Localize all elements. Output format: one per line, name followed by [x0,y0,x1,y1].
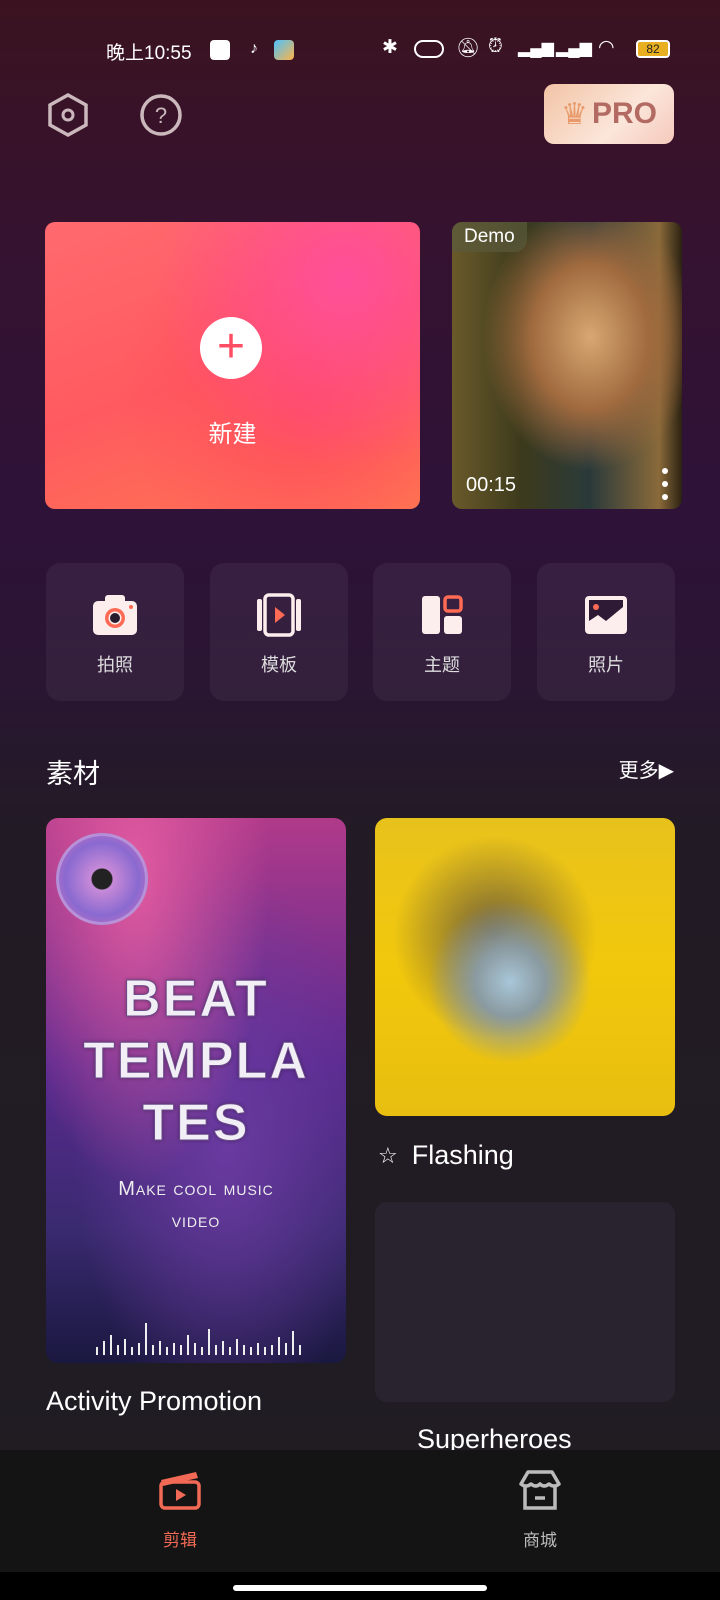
signal-hd-icon: ▂▄▆ [556,40,592,57]
pro-button[interactable]: ♛ PRO [544,84,674,144]
store-icon [519,1470,561,1510]
new-project-card[interactable]: + 新建 [45,222,420,509]
poster-subtext: Make cool music [118,1178,274,1200]
theme-icon [422,595,463,634]
crown-icon: ♛ [561,97,588,131]
nav-label: 剪辑 [163,1531,197,1550]
template-title: Activity Promotion [46,1386,263,1416]
poster-text: TES [142,1094,250,1153]
tool-photo[interactable]: 照片 [537,563,675,701]
nav-edit[interactable]: 剪辑 [120,1468,240,1551]
tool-camera[interactable]: 拍照 [46,563,184,701]
bottom-nav: 剪辑 商城 [0,1450,720,1572]
sparkle-icon: ☆ [378,1142,398,1168]
battery-icon: 82 [636,40,670,58]
vinyl-disc-image [56,833,148,925]
more-label: 更多 [618,760,659,782]
pro-label: PRO [591,97,657,130]
nav-store[interactable]: 商城 [480,1468,600,1551]
status-bar: 晚上10:55 ♪ ✱ 🔕︎ ⏰︎ ▂▄▆ ▂▄▆ ◠ 82 [0,36,720,66]
more-link[interactable]: 更多▶ [619,754,674,783]
demo-duration: 00:15 [466,474,517,496]
more-options-icon[interactable] [662,468,668,500]
tool-theme[interactable]: 主题 [373,563,511,701]
settings-hexagon-icon[interactable] [45,92,91,138]
template-card-superheroes[interactable] [375,1202,675,1402]
nav-label: 商城 [523,1531,557,1550]
template-title: Flashing [411,1140,514,1170]
wifi-icon: ◠ [598,37,615,58]
alarm-icon: ⏰︎ [488,36,503,57]
poster-subtext: video [171,1210,221,1232]
materials-title: 素材 [46,759,100,789]
camera-icon [93,595,137,635]
signal-hd-icon: ▂▄▆ [518,40,554,57]
play-arrow-icon: ▶ [658,760,674,782]
tiktok-icon: ♪ [250,40,258,57]
template-card-flashing[interactable] [375,818,675,1116]
new-project-label: 新建 [208,421,257,448]
demo-video-card[interactable]: Demo 00:15 [452,222,682,509]
svg-text:?: ? [155,103,167,128]
bluetooth-icon: ✱ [382,37,398,58]
tool-label: 模板 [261,655,297,675]
qq-icon [210,40,230,60]
toggle-icon [414,40,444,58]
poster-text: BEAT [123,970,269,1029]
photo-icon [585,596,627,634]
demo-tag: Demo [452,222,527,252]
audio-waveform [96,1323,341,1355]
tool-label: 照片 [588,655,624,675]
template-icon [257,593,301,637]
home-indicator[interactable] [233,1585,487,1591]
template-card-activity-promotion[interactable]: BEAT TEMPLA TES Make cool music video [46,818,346,1363]
app-icon [274,40,294,60]
poster-text: TEMPLA [83,1032,309,1091]
mute-icon: 🔕︎ [456,38,481,59]
status-time: 晚上10:55 [106,43,192,64]
help-icon[interactable]: ? [138,92,184,138]
plus-icon: + [200,317,262,379]
tool-template[interactable]: 模板 [210,563,348,701]
tool-label: 主题 [424,655,460,675]
template-caption: ☆ Flashing [378,1140,514,1171]
clapperboard-icon [159,1472,201,1510]
tool-label: 拍照 [97,655,133,675]
